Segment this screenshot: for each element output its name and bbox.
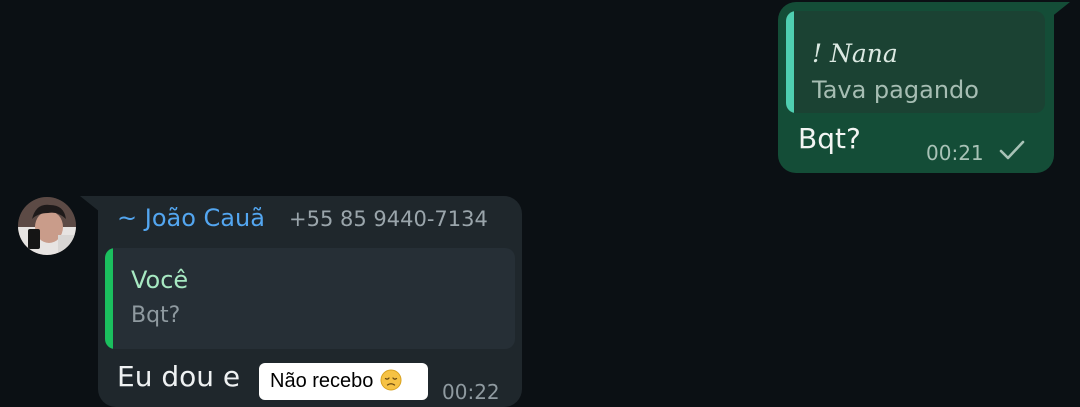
sender-phone[interactable]: +55 85 9440-7134: [289, 207, 488, 231]
avatar[interactable]: [18, 197, 76, 255]
quote-author: ! Nana: [812, 39, 898, 68]
outgoing-message-time: 00:21: [926, 141, 984, 165]
incoming-message-time: 00:22: [442, 380, 500, 404]
quote-text: Tava pagando: [812, 76, 979, 104]
avatar-photo: [18, 197, 76, 255]
sticker-text: Não recebo: [270, 370, 374, 392]
incoming-bubble-tail: [80, 196, 100, 212]
sticker[interactable]: Não recebo: [259, 363, 428, 400]
disappointed-face-icon: [380, 369, 402, 391]
single-check-icon: [999, 140, 1025, 160]
chat-area: ! Nana Tava pagando Bqt? 00:21 ~ João Ca…: [0, 0, 1080, 407]
quote-bar: [786, 11, 794, 113]
incoming-message-text: Eu dou e: [117, 360, 241, 393]
quote-author: Você: [131, 266, 189, 294]
quote-text: Bqt?: [131, 303, 181, 328]
incoming-reply-quote[interactable]: Você Bqt?: [105, 248, 515, 349]
outgoing-reply-quote[interactable]: ! Nana Tava pagando: [786, 11, 1045, 113]
outgoing-message-text: Bqt?: [798, 122, 861, 155]
quote-bar: [105, 248, 113, 349]
sender-name[interactable]: ~ João Cauã: [117, 204, 265, 232]
